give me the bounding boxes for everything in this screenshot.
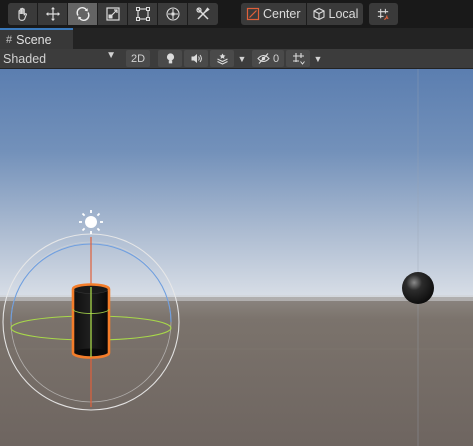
gizmos-dropdown-chevron-icon[interactable]: ▼ <box>312 50 324 67</box>
sphere-object[interactable] <box>402 272 434 304</box>
move-arrows-icon <box>45 7 60 21</box>
pivot-mode-button[interactable]: Center <box>241 3 306 25</box>
scene-visibility-toggle[interactable]: 0 <box>252 50 284 67</box>
lighting-toggle[interactable] <box>158 50 182 67</box>
gizmos-toggle[interactable] <box>286 50 310 67</box>
tab-scene-label: Scene <box>16 32 52 47</box>
hand-icon <box>17 7 27 21</box>
rotate-icon <box>76 6 89 22</box>
ground-plane <box>0 297 473 446</box>
effects-toggle[interactable] <box>210 50 234 67</box>
tab-scene[interactable]: # Scene <box>0 28 73 49</box>
rotate-tool-button[interactable] <box>68 3 98 25</box>
custom-tools-icon <box>196 7 210 20</box>
hidden-object-count: 0 <box>272 52 280 65</box>
rect-transform-icon <box>135 7 150 21</box>
audio-toggle[interactable] <box>184 50 208 67</box>
grid-snap-icon <box>377 8 389 20</box>
scale-tool-button[interactable] <box>98 3 128 25</box>
scene-view-toolbar: Shaded ▼ 2D ▼ 0 ▼ <box>0 49 473 69</box>
transform-tools-group <box>8 3 218 25</box>
grid-gizmo-icon <box>292 53 305 65</box>
mode-2d-toggle[interactable]: 2D <box>126 50 150 67</box>
chevron-down-icon: ▼ <box>106 50 116 61</box>
pivot-mode-label: Center <box>263 7 301 21</box>
pivot-toggle-group: Center Local <box>241 3 364 25</box>
lightbulb-icon <box>166 53 174 64</box>
pivot-rotation-button[interactable]: Local <box>305 3 364 25</box>
pivot-center-icon <box>246 7 260 21</box>
effects-dropdown-chevron-icon[interactable]: ▼ <box>236 50 248 67</box>
speaker-icon <box>191 54 202 63</box>
scene-hash-icon: # <box>6 33 13 46</box>
rect-tool-button[interactable] <box>128 3 158 25</box>
hidden-eye-icon <box>257 53 270 64</box>
move-tool-button[interactable] <box>38 3 68 25</box>
scene-render <box>0 69 473 446</box>
scale-icon <box>105 7 120 21</box>
shading-mode-label: Shaded <box>3 51 47 66</box>
transform-tool-button[interactable] <box>158 3 188 25</box>
hand-tool-button[interactable] <box>8 3 38 25</box>
effects-layers-icon <box>216 53 228 65</box>
local-cube-icon <box>312 7 325 21</box>
custom-tool-button[interactable] <box>188 3 218 25</box>
selected-cylinder[interactable] <box>71 283 111 359</box>
window-tab-bar: # Scene <box>0 28 473 49</box>
grid-snap-button[interactable] <box>369 3 398 25</box>
skybox <box>0 69 473 305</box>
transform-icon <box>165 7 180 21</box>
pivot-rotation-label: Local <box>328 7 359 21</box>
scene-viewport[interactable] <box>0 69 473 446</box>
main-toolbar: Center Local <box>0 0 473 28</box>
mode-2d-label: 2D <box>130 52 146 65</box>
shading-mode-dropdown[interactable]: Shaded ▼ <box>0 49 121 68</box>
